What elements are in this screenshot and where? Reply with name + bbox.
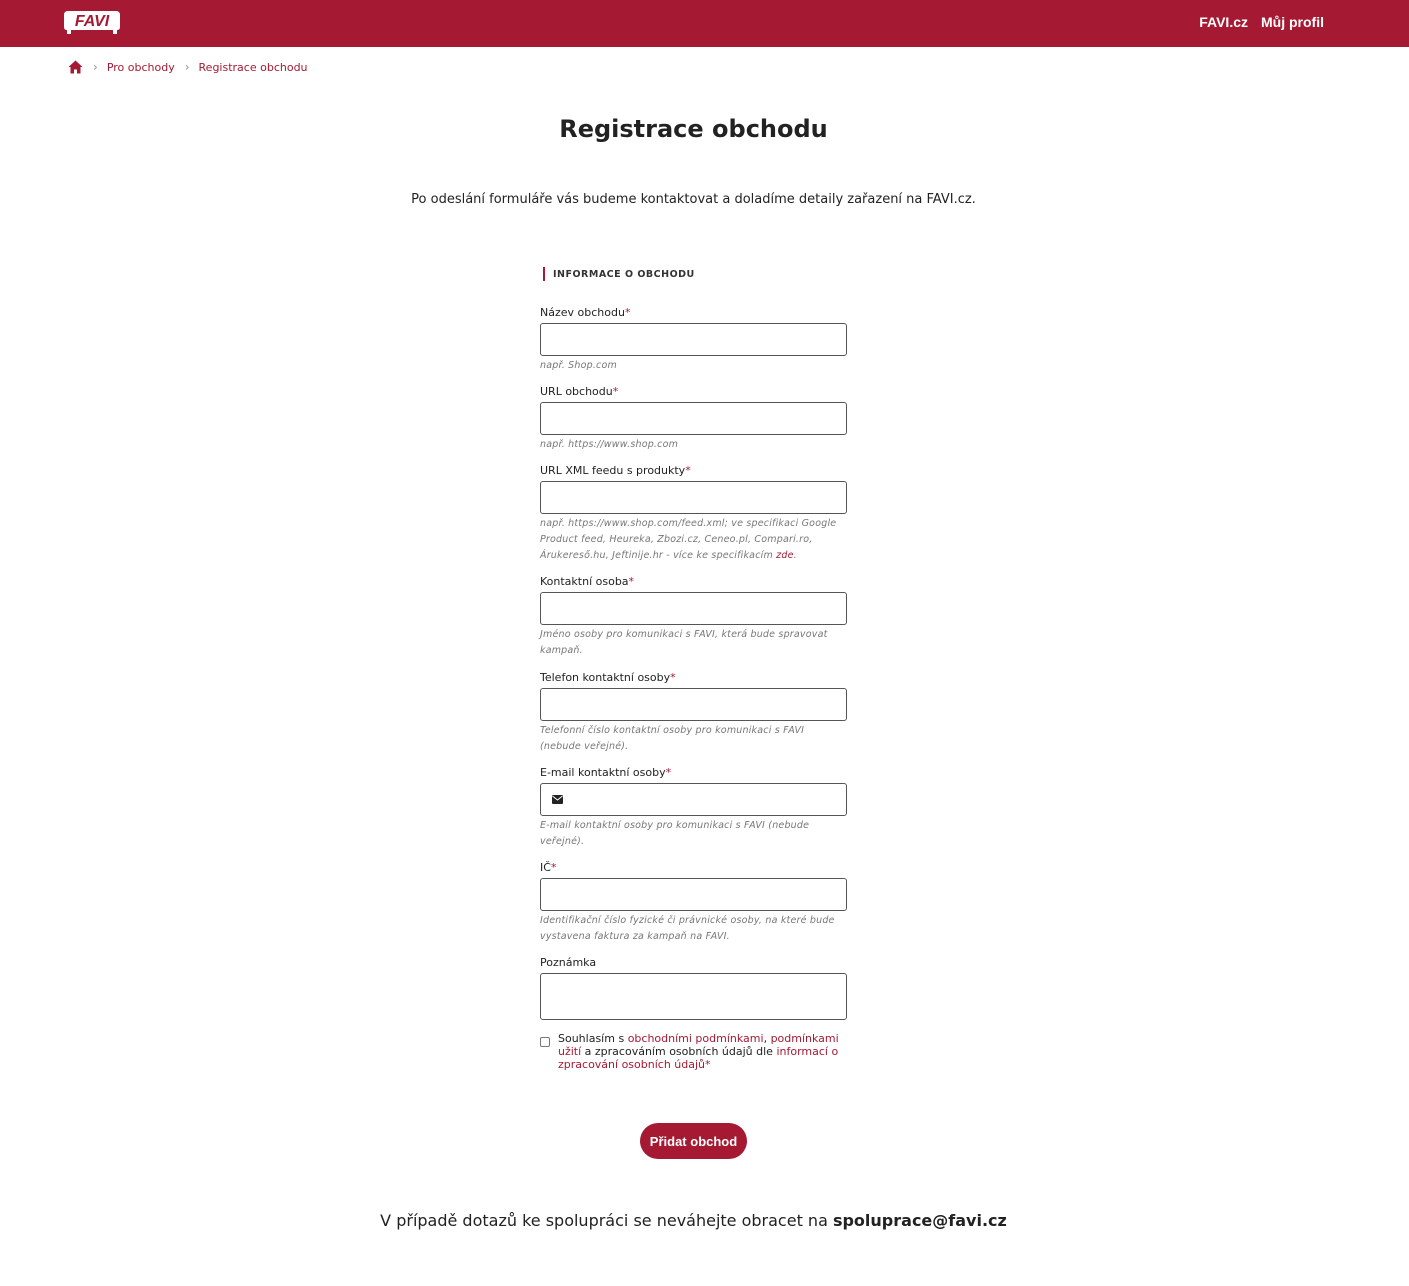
shop-url-input[interactable]: [540, 402, 847, 435]
breadcrumb: › Pro obchody › Registrace obchodu: [68, 60, 308, 74]
contact-phone-help: Telefonní číslo kontaktní osoby pro komu…: [540, 725, 805, 752]
home-icon[interactable]: [68, 60, 83, 74]
add-shop-button[interactable]: Přidat obchod: [640, 1123, 747, 1159]
shop-url-label: URL obchodu*: [540, 385, 619, 398]
contact-email[interactable]: spoluprace@favi.cz: [833, 1211, 1007, 1230]
company-id-help: Identifikační číslo fyzické či právnické…: [540, 915, 835, 942]
field-contact-email: E-mail kontaktní osoby* E-mail kontaktní…: [540, 767, 847, 850]
company-id-input[interactable]: [540, 878, 847, 911]
shop-name-help: např. Shop.com: [540, 360, 617, 371]
favi-logo[interactable]: FAVI: [62, 7, 122, 35]
xml-feed-label: URL XML feedu s produkty*: [540, 464, 691, 477]
intro-text: Po odeslání formuláře vás budeme kontakt…: [411, 192, 976, 207]
field-company-id: IČ* Identifikační číslo fyzické či právn…: [540, 862, 847, 945]
footer-contact-text: V případě dotazů ke spolupráci se neváhe…: [380, 1211, 1007, 1230]
field-note: Poznámka: [540, 957, 847, 1020]
shop-name-label: Název obchodu*: [540, 306, 631, 319]
field-contact-person: Kontaktní osoba* Jméno osoby pro komunik…: [540, 576, 847, 659]
contact-email-input[interactable]: [540, 783, 847, 816]
breadcrumb-registrace[interactable]: Registrace obchodu: [199, 61, 308, 74]
my-profile-link[interactable]: Můj profil: [1261, 14, 1324, 30]
field-xml-feed: URL XML feedu s produkty* např. https://…: [540, 465, 847, 564]
field-shop-name: Název obchodu* např. Shop.com: [540, 307, 847, 374]
consent-row: Souhlasím s obchodními podmínkami, podmí…: [540, 1032, 840, 1071]
contact-person-label: Kontaktní osoba*: [540, 575, 635, 588]
svg-text:FAVI: FAVI: [75, 13, 110, 30]
field-contact-phone: Telefon kontaktní osoby* Telefonní číslo…: [540, 672, 847, 755]
contact-email-label: E-mail kontaktní osoby*: [540, 766, 672, 779]
envelope-icon: [552, 795, 563, 804]
consent-text: Souhlasím s obchodními podmínkami, podmí…: [558, 1032, 839, 1071]
contact-person-input[interactable]: [540, 592, 847, 625]
consent-checkbox[interactable]: [540, 1037, 550, 1047]
field-shop-url: URL obchodu* např. https://www.shop.com: [540, 386, 847, 453]
xml-feed-input[interactable]: [540, 481, 847, 514]
breadcrumb-pro-obchody[interactable]: Pro obchody: [107, 61, 175, 74]
shop-registration-form: INFORMACE O OBCHODU Název obchodu* např.…: [540, 264, 847, 1020]
section-title: INFORMACE O OBCHODU: [553, 268, 695, 280]
note-label: Poznámka: [540, 956, 597, 969]
section-header: INFORMACE O OBCHODU: [543, 264, 847, 284]
chevron-right-icon: ›: [93, 60, 98, 74]
top-nav: FAVI.cz Můj profil: [1199, 14, 1324, 30]
note-textarea[interactable]: [540, 973, 847, 1020]
contact-email-help: E-mail kontaktní osoby pro komunikaci s …: [540, 820, 810, 847]
contact-phone-input[interactable]: [540, 688, 847, 721]
contact-person-help: Jméno osoby pro komunikaci s FAVI, která…: [540, 629, 828, 656]
spec-link[interactable]: zde: [776, 550, 793, 561]
terms-link[interactable]: obchodními podmínkami: [628, 1032, 764, 1045]
section-accent-bar: [543, 267, 545, 281]
company-id-label: IČ*: [540, 861, 557, 874]
favi-cz-link[interactable]: FAVI.cz: [1199, 14, 1248, 30]
chevron-right-icon: ›: [184, 60, 190, 74]
shop-url-help: např. https://www.shop.com: [540, 439, 679, 450]
top-bar: FAVI FAVI.cz Můj profil: [0, 0, 1409, 47]
contact-phone-label: Telefon kontaktní osoby*: [540, 671, 676, 684]
shop-name-input[interactable]: [540, 323, 847, 356]
xml-feed-help: např. https://www.shop.com/feed.xml; ve …: [540, 518, 837, 561]
page-title: Registrace obchodu: [559, 115, 828, 143]
